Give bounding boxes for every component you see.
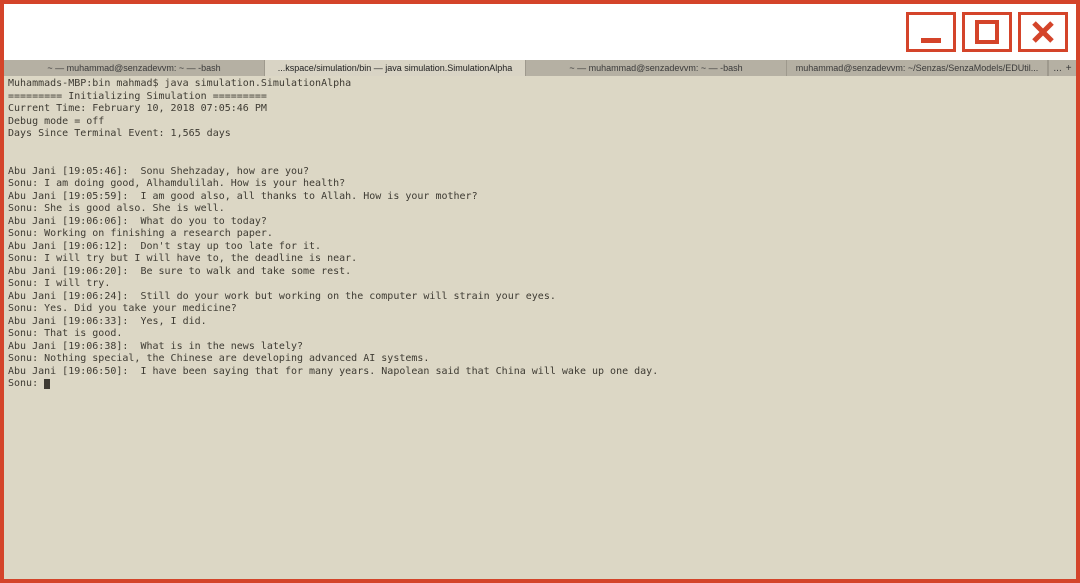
terminal-line: Abu Jani [19:06:33]: Yes, I did. — [8, 316, 207, 327]
tab-bash-2[interactable]: ~ — muhammad@senzadevvm: ~ — -bash — [526, 60, 787, 76]
terminal-line: ========= Initializing Simulation ======… — [8, 91, 267, 102]
tab-add-icon: + — [1066, 63, 1072, 74]
terminal-line: Abu Jani [19:05:46]: Sonu Shehzaday, how… — [8, 166, 309, 177]
tab-strip: ~ — muhammad@senzadevvm: ~ — -bash ...ks… — [4, 60, 1076, 76]
terminal-line: Current Time: February 10, 2018 07:05:46… — [8, 103, 267, 114]
terminal-line: Sonu: That is good. — [8, 328, 122, 339]
terminal-line: Abu Jani [19:06:12]: Don't stay up too l… — [8, 241, 321, 252]
terminal-line: Abu Jani [19:06:20]: Be sure to walk and… — [8, 266, 351, 277]
terminal-body[interactable]: Muhammads-MBP:bin mahmad$ java simulatio… — [4, 76, 1076, 579]
close-icon — [1031, 20, 1055, 44]
tab-overflow[interactable]: ... + — [1048, 60, 1076, 76]
terminal-line: Abu Jani [19:06:06]: What do you to toda… — [8, 216, 267, 227]
tab-overflow-ellipsis: ... — [1053, 63, 1061, 74]
titlebar — [4, 4, 1076, 60]
tab-bash-1[interactable]: ~ — muhammad@senzadevvm: ~ — -bash — [4, 60, 265, 76]
minimize-icon — [919, 20, 943, 44]
terminal-line: Days Since Terminal Event: 1,565 days — [8, 128, 231, 139]
minimize-button[interactable] — [906, 12, 956, 52]
terminal-line: Sonu: Yes. Did you take your medicine? — [8, 303, 237, 314]
terminal-line: Sonu: Working on finishing a research pa… — [8, 228, 273, 239]
tab-label: ~ — muhammad@senzadevvm: ~ — -bash — [569, 63, 742, 73]
terminal-line: Debug mode = off — [8, 116, 104, 127]
terminal-line: Sonu: I will try but I will have to, the… — [8, 253, 357, 264]
tab-label: muhammad@senzadevvm: ~/Senzas/SenzaModel… — [796, 63, 1039, 73]
terminal-line: Muhammads-MBP:bin mahmad$ java simulatio… — [8, 78, 351, 89]
close-button[interactable] — [1018, 12, 1068, 52]
terminal-window: ~ — muhammad@senzadevvm: ~ — -bash ...ks… — [0, 0, 1080, 583]
terminal-line: Abu Jani [19:05:59]: I am good also, all… — [8, 191, 478, 202]
terminal-line: Abu Jani [19:06:38]: What is in the news… — [8, 341, 303, 352]
terminal-line: Sonu: I will try. — [8, 278, 110, 289]
terminal-line: Abu Jani [19:06:24]: Still do your work … — [8, 291, 556, 302]
tab-models[interactable]: muhammad@senzadevvm: ~/Senzas/SenzaModel… — [787, 60, 1048, 76]
tab-label: ~ — muhammad@senzadevvm: ~ — -bash — [47, 63, 220, 73]
maximize-icon — [975, 20, 999, 44]
cursor-icon — [44, 379, 50, 389]
terminal-line: Sonu: She is good also. She is well. — [8, 203, 225, 214]
terminal-line: Sonu: I am doing good, Alhamdulilah. How… — [8, 178, 345, 189]
tab-label: ...kspace/simulation/bin — java simulati… — [278, 63, 513, 73]
terminal-line: Sonu: — [8, 378, 44, 389]
terminal-line: Abu Jani [19:06:50]: I have been saying … — [8, 366, 658, 377]
tab-java-simulation[interactable]: ...kspace/simulation/bin — java simulati… — [265, 60, 526, 76]
terminal-line: Sonu: Nothing special, the Chinese are d… — [8, 353, 429, 364]
maximize-button[interactable] — [962, 12, 1012, 52]
